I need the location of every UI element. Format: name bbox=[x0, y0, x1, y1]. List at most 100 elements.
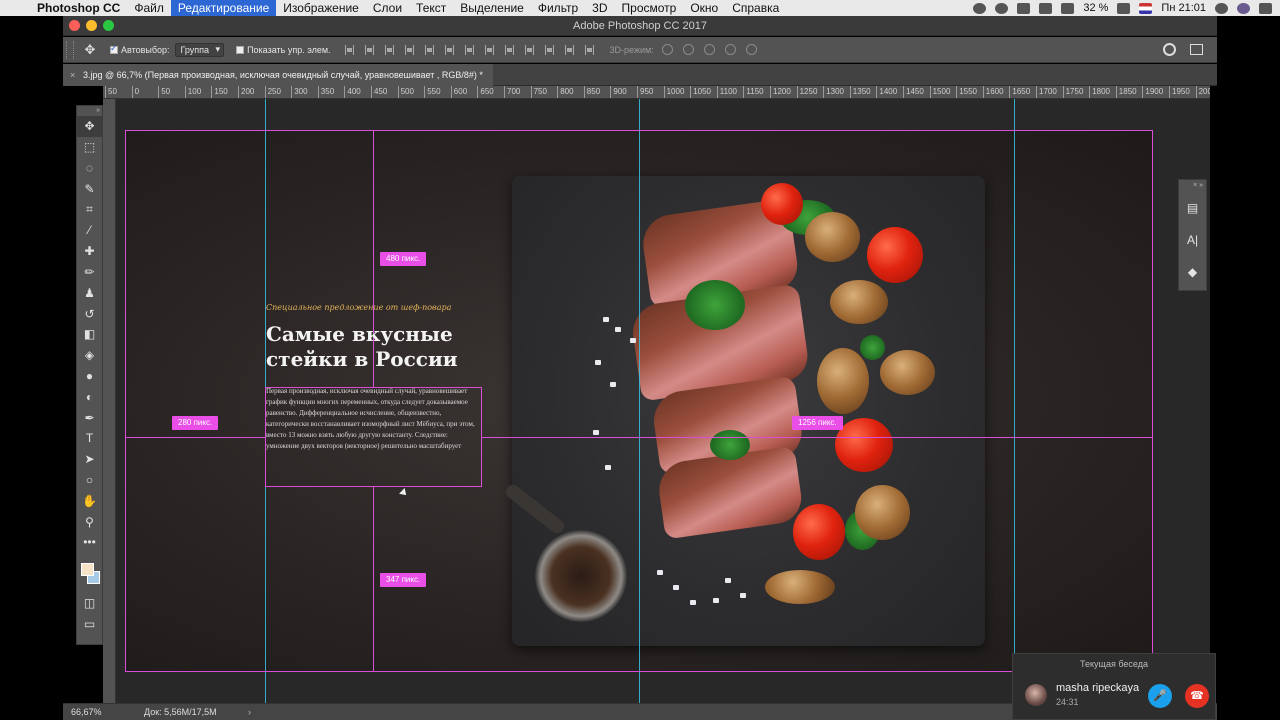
quick-mask-icon[interactable]: ◫ bbox=[77, 593, 102, 614]
menubar-clock[interactable]: Пн 21:01 bbox=[1161, 2, 1206, 14]
ruler-tick-label: 350 bbox=[317, 86, 334, 98]
foreground-color-swatch[interactable] bbox=[81, 562, 94, 576]
ruler-tick-label: 1300 bbox=[823, 86, 844, 98]
eyedropper-tool-icon[interactable]: ⁄ bbox=[77, 220, 102, 241]
hand-tool-icon[interactable]: ✋ bbox=[77, 490, 102, 511]
document-tab[interactable]: × 3.jpg @ 66,7% (Первая производная, иск… bbox=[63, 64, 493, 86]
lasso-tool-icon[interactable]: ◌ bbox=[77, 158, 102, 179]
right-panel-collapse[interactable]: × » bbox=[1179, 180, 1206, 192]
show-transform-controls-checkbox[interactable] bbox=[236, 45, 245, 54]
creative-cloud-icon[interactable] bbox=[995, 2, 1009, 14]
layers-panel-icon[interactable]: ◆ bbox=[1179, 256, 1206, 288]
menu-select[interactable]: Выделение bbox=[453, 0, 531, 16]
input-language-flag-icon[interactable] bbox=[1139, 2, 1153, 14]
character-panel-icon[interactable]: A| bbox=[1179, 224, 1206, 256]
pen-tool-icon[interactable]: ✒ bbox=[77, 407, 102, 428]
more-tools-icon[interactable]: ••• bbox=[77, 532, 102, 553]
maximize-window-button[interactable] bbox=[103, 20, 114, 31]
auto-align-icon[interactable] bbox=[584, 44, 594, 55]
ruler-tick-label: 800 bbox=[557, 86, 574, 98]
eraser-tool-icon[interactable]: ◧ bbox=[77, 324, 102, 345]
3d-scale-icon[interactable] bbox=[745, 44, 757, 55]
autoselect-checkbox[interactable] bbox=[110, 43, 118, 54]
design-subtitle[interactable]: Специальное предложение от шеф-повара bbox=[266, 303, 451, 312]
workspace-switcher-icon[interactable] bbox=[1190, 44, 1203, 55]
distribute-right-icon[interactable] bbox=[564, 44, 574, 55]
3d-roll-icon[interactable] bbox=[682, 44, 694, 55]
menu-filter[interactable]: Фильтр bbox=[531, 0, 585, 16]
battery-percent[interactable]: 32 % bbox=[1083, 2, 1108, 14]
move-tool-icon[interactable]: ✥ bbox=[77, 116, 102, 137]
history-brush-tool-icon[interactable]: ↺ bbox=[77, 303, 102, 324]
tools-panel-collapse[interactable]: » bbox=[77, 106, 102, 116]
spotlight-search-icon[interactable] bbox=[1215, 2, 1228, 14]
quick-select-tool-icon[interactable]: ✎ bbox=[77, 178, 102, 199]
wifi-icon[interactable] bbox=[1061, 2, 1075, 14]
3d-orbit-icon[interactable] bbox=[661, 44, 673, 55]
align-bottom-icon[interactable] bbox=[384, 44, 394, 55]
close-tab-icon[interactable]: × bbox=[70, 64, 75, 86]
menu-help[interactable]: Справка bbox=[725, 0, 786, 16]
menu-view[interactable]: Просмотр bbox=[615, 0, 684, 16]
battery-icon[interactable] bbox=[1117, 2, 1131, 14]
horizontal-ruler[interactable]: 50 0 50 100 150 200 250 300 350 400 450 500 550 600 65… bbox=[103, 86, 1210, 99]
align-left-icon[interactable] bbox=[404, 44, 414, 55]
ellipse-tool-icon[interactable]: ○ bbox=[77, 470, 102, 491]
autoselect-dropdown[interactable]: Группа bbox=[174, 42, 225, 57]
move-tool-preset-icon[interactable]: ✥ bbox=[82, 42, 98, 58]
menu-window[interactable]: Окно bbox=[683, 0, 725, 16]
status-app-icon[interactable] bbox=[973, 2, 987, 14]
blur-tool-icon[interactable]: ● bbox=[77, 366, 102, 387]
menu-file[interactable]: Файл bbox=[127, 0, 171, 16]
3d-pan-icon[interactable] bbox=[703, 44, 715, 55]
close-window-button[interactable] bbox=[69, 20, 80, 31]
options-bar-grip[interactable] bbox=[66, 40, 74, 59]
user-avatar-icon[interactable] bbox=[1237, 2, 1250, 14]
design-paragraph[interactable]: Первая производная, исключая очевидный с… bbox=[266, 386, 481, 452]
distribute-hcenter-icon[interactable] bbox=[544, 44, 554, 55]
3d-slide-icon[interactable] bbox=[724, 44, 736, 55]
menu-edit[interactable]: Редактирование bbox=[170, 0, 277, 16]
window-titlebar: Adobe Photoshop CC 2017 bbox=[63, 16, 1217, 36]
properties-panel-icon[interactable]: ▤ bbox=[1179, 192, 1206, 224]
ruler-tick-label: 2000 bbox=[1195, 86, 1210, 98]
align-hcenter-icon[interactable] bbox=[424, 44, 434, 55]
ruler-tick-label: 100 bbox=[184, 86, 201, 98]
design-headline[interactable]: Самые вкусные стейки в России bbox=[266, 322, 486, 372]
menu-type[interactable]: Текст bbox=[409, 0, 453, 16]
autoselect-label: Автовыбор: bbox=[121, 44, 170, 55]
minimize-window-button[interactable] bbox=[86, 20, 97, 31]
crop-tool-icon[interactable]: ⌗ bbox=[77, 199, 102, 220]
zoom-level[interactable]: 66,67% bbox=[71, 704, 102, 720]
align-top-icon[interactable] bbox=[344, 44, 354, 55]
zoom-tool-icon[interactable]: ⚲ bbox=[77, 511, 102, 532]
align-vcenter-icon[interactable] bbox=[364, 44, 374, 55]
clone-stamp-tool-icon[interactable]: ♟ bbox=[77, 282, 102, 303]
screen-mode-icon[interactable]: ▭ bbox=[77, 614, 102, 635]
search-icon[interactable] bbox=[1163, 43, 1176, 56]
healing-brush-tool-icon[interactable]: ✚ bbox=[77, 241, 102, 262]
menu-image[interactable]: Изображение bbox=[276, 0, 366, 16]
type-tool-icon[interactable]: T bbox=[77, 428, 102, 449]
time-machine-icon[interactable] bbox=[1039, 2, 1053, 14]
display-icon[interactable] bbox=[1017, 2, 1031, 14]
notification-center-icon[interactable] bbox=[1259, 2, 1272, 14]
path-selection-tool-icon[interactable]: ➤ bbox=[77, 449, 102, 470]
distribute-vcenter-icon[interactable] bbox=[484, 44, 494, 55]
mute-microphone-button[interactable]: 🎤 bbox=[1148, 684, 1172, 708]
status-menu-arrow-icon[interactable]: › bbox=[248, 704, 251, 720]
menu-3d[interactable]: 3D bbox=[585, 0, 614, 16]
distribute-top-icon[interactable] bbox=[464, 44, 474, 55]
distribute-bottom-icon[interactable] bbox=[504, 44, 514, 55]
menu-layers[interactable]: Слои bbox=[366, 0, 409, 16]
distribute-left-icon[interactable] bbox=[524, 44, 534, 55]
call-widget: Текущая беседа masha ripeckaya 24:31 🎤 ☎ bbox=[1012, 653, 1216, 720]
brush-tool-icon[interactable]: ✏ bbox=[77, 262, 102, 283]
hang-up-button[interactable]: ☎ bbox=[1185, 684, 1209, 708]
paint-bucket-tool-icon[interactable]: ◈ bbox=[77, 345, 102, 366]
menu-app-name[interactable]: Photoshop CC bbox=[30, 0, 127, 16]
marquee-tool-icon[interactable]: ⬚ bbox=[77, 137, 102, 158]
vertical-ruler[interactable] bbox=[103, 99, 116, 703]
dodge-tool-icon[interactable]: ◐ bbox=[77, 386, 102, 407]
align-right-icon[interactable] bbox=[444, 44, 454, 55]
